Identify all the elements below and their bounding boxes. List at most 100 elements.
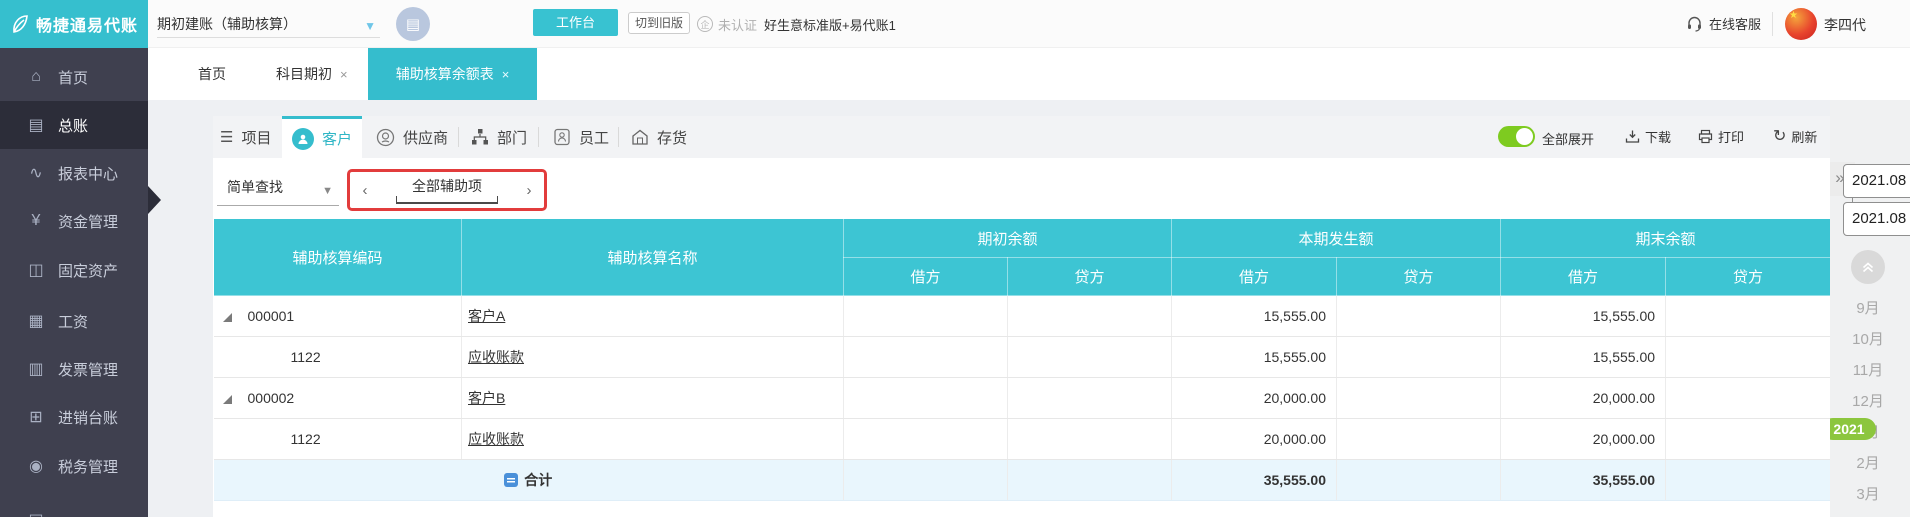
download-button[interactable]: 下载 bbox=[1625, 126, 1671, 146]
close-icon[interactable]: × bbox=[502, 67, 510, 82]
col-header-debit: 借方 bbox=[1501, 258, 1666, 296]
subtab-label: 客户 bbox=[322, 128, 352, 149]
aux-name-link[interactable]: 客户B bbox=[468, 390, 505, 406]
month-item[interactable]: 11月 bbox=[1830, 359, 1906, 380]
online-service-button[interactable]: 在线客服 bbox=[1686, 14, 1761, 33]
sidebar-label: 工资 bbox=[58, 311, 88, 332]
subtab-department[interactable]: 部门 bbox=[471, 116, 527, 158]
col-header-credit: 贷方 bbox=[1337, 258, 1501, 296]
sidebar-item-partial[interactable]: ▣ bbox=[0, 496, 148, 517]
expand-all-toggle[interactable] bbox=[1498, 126, 1535, 147]
logo-text: 畅捷通易代账 bbox=[36, 12, 138, 36]
document-tab-bar: 首页 科目期初 × 辅助核算余额表 × × bbox=[148, 48, 1910, 100]
sidebar-item-tax[interactable]: ◉ 税务管理 bbox=[0, 442, 148, 490]
ending-credit-total bbox=[1666, 460, 1831, 501]
ledger-book-icon: ⊞ bbox=[26, 407, 46, 427]
avatar[interactable]: ★ bbox=[1785, 8, 1817, 40]
opening-credit-cell bbox=[1008, 337, 1172, 378]
tab-subject-opening[interactable]: 科目期初 × bbox=[276, 48, 348, 100]
table-row[interactable]: 000001 客户A 15,555.00 15,555.00 bbox=[214, 296, 1831, 337]
list-icon: ☰ bbox=[220, 128, 233, 146]
month-item[interactable]: 2月 bbox=[1830, 452, 1906, 473]
app-logo[interactable]: 畅捷通易代账 bbox=[0, 0, 148, 48]
period-to-input[interactable]: 2021.08 bbox=[1843, 202, 1910, 236]
subtab-customer-active[interactable]: 客户 bbox=[282, 116, 362, 158]
col-header-debit: 借方 bbox=[844, 258, 1008, 296]
app-window: 畅捷通易代账 期初建账（辅助核算） ▼ ▤ 工作台 切到旧版 企 未认证 好生意… bbox=[0, 0, 1910, 517]
tab-home[interactable]: 首页 bbox=[198, 48, 226, 100]
search-mode-label: 简单查找 bbox=[227, 179, 283, 195]
expand-triangle-icon[interactable] bbox=[223, 395, 232, 404]
sidebar-item-fixed-assets[interactable]: ◫固定资产 bbox=[0, 246, 148, 294]
sidebar-item-general-ledger[interactable]: ▤总账 bbox=[0, 101, 148, 149]
month-item[interactable]: 12月 bbox=[1830, 390, 1906, 411]
scroll-up-button[interactable] bbox=[1851, 250, 1885, 284]
tab-aux-balance-label: 辅助核算余额表 bbox=[396, 64, 494, 84]
ending-credit-cell bbox=[1666, 419, 1831, 460]
col-group-ending: 期末余额 bbox=[1501, 219, 1831, 258]
sidebar-label: 税务管理 bbox=[58, 456, 118, 477]
subtab-project[interactable]: ☰ 项目 bbox=[220, 116, 271, 158]
workbench-button[interactable]: 工作台 bbox=[533, 9, 618, 36]
table-row[interactable]: 1122 应收账款 15,555.00 15,555.00 bbox=[214, 337, 1831, 378]
month-item[interactable]: 9月 bbox=[1830, 297, 1906, 318]
switch-old-version-button[interactable]: 切到旧版 bbox=[628, 12, 690, 34]
table-row[interactable]: 000002 客户B 20,000.00 20,000.00 bbox=[214, 378, 1831, 419]
chart-icon: ∿ bbox=[26, 163, 46, 183]
subtab-inventory[interactable]: 存货 bbox=[631, 116, 687, 158]
print-button[interactable]: 打印 bbox=[1698, 126, 1744, 146]
period-setup-dropdown[interactable]: 期初建账（辅助核算） ▼ bbox=[157, 12, 380, 38]
download-label: 下载 bbox=[1645, 127, 1671, 146]
current-credit-cell bbox=[1337, 419, 1501, 460]
opening-debit-cell bbox=[844, 296, 1008, 337]
expand-triangle-icon[interactable] bbox=[223, 313, 232, 322]
refresh-button[interactable]: ↻ 刷新 bbox=[1773, 126, 1817, 146]
subtab-employee[interactable]: 员工 bbox=[553, 116, 609, 158]
sidebar-item-salary[interactable]: ▦工资 bbox=[0, 297, 148, 345]
opening-debit-total bbox=[844, 460, 1008, 501]
prev-arrow-button[interactable]: ‹ bbox=[355, 182, 375, 199]
current-debit-cell: 20,000.00 bbox=[1172, 378, 1337, 419]
opening-credit-cell bbox=[1008, 296, 1172, 337]
period-from-input[interactable]: 2021.08 bbox=[1843, 164, 1910, 198]
tax-seal-icon: ◉ bbox=[26, 456, 46, 476]
col-header-credit: 贷方 bbox=[1666, 258, 1831, 296]
close-icon[interactable]: × bbox=[340, 67, 348, 82]
opening-credit-total bbox=[1008, 460, 1172, 501]
sidebar-item-report-center[interactable]: ∿报表中心 bbox=[0, 149, 148, 197]
sidebar-label: 发票管理 bbox=[58, 359, 118, 380]
sidebar-item-purchase-sales[interactable]: ⊞进销台账 bbox=[0, 393, 148, 441]
tab-subject-opening-label: 科目期初 bbox=[276, 64, 332, 84]
aux-name-link[interactable]: 客户A bbox=[468, 308, 505, 324]
subtab-supplier[interactable]: 供应商 bbox=[376, 116, 448, 158]
notepad-icon[interactable]: ▤ bbox=[396, 7, 430, 41]
month-item[interactable]: 10月 bbox=[1830, 328, 1906, 349]
col-header-code[interactable]: 辅助核算编码 bbox=[214, 219, 462, 296]
opening-debit-cell bbox=[844, 337, 1008, 378]
month-item[interactable]: 3月 bbox=[1830, 483, 1906, 504]
sidebar-item-funds[interactable]: ¥资金管理 bbox=[0, 197, 148, 245]
search-mode-dropdown[interactable]: 简单查找 ▼ bbox=[217, 172, 339, 206]
total-row: 合计 35,555.00 35,555.00 bbox=[214, 460, 1831, 501]
aux-item-pager-label[interactable]: 全部辅助项 bbox=[396, 176, 498, 204]
current-credit-cell bbox=[1337, 337, 1501, 378]
account-name: 好生意标准版+易代账1 bbox=[764, 15, 896, 34]
refresh-icon: ↻ bbox=[1773, 126, 1786, 146]
total-label: 合计 bbox=[524, 472, 552, 488]
online-service-label: 在线客服 bbox=[1709, 14, 1761, 33]
table-row[interactable]: 1122 应收账款 20,000.00 20,000.00 bbox=[214, 419, 1831, 460]
money-bag-icon: ¥ bbox=[26, 212, 46, 230]
org-chart-icon bbox=[471, 128, 489, 146]
sidebar-item-home[interactable]: ⌂首页 bbox=[0, 53, 148, 101]
expand-all-label: 全部展开 bbox=[1542, 129, 1594, 148]
download-icon bbox=[1625, 129, 1640, 144]
aux-name-link[interactable]: 应收账款 bbox=[468, 431, 524, 447]
ledger-icon: ▤ bbox=[26, 115, 46, 135]
sidebar-collapse-handle[interactable] bbox=[148, 186, 161, 214]
col-header-name[interactable]: 辅助核算名称 bbox=[462, 219, 844, 296]
next-arrow-button[interactable]: › bbox=[519, 182, 539, 199]
subtab-label: 项目 bbox=[241, 127, 271, 148]
sidebar-item-invoices[interactable]: ▥发票管理 bbox=[0, 345, 148, 393]
aux-name-link[interactable]: 应收账款 bbox=[468, 349, 524, 365]
tab-aux-balance-active[interactable]: 辅助核算余额表 × bbox=[368, 48, 537, 100]
